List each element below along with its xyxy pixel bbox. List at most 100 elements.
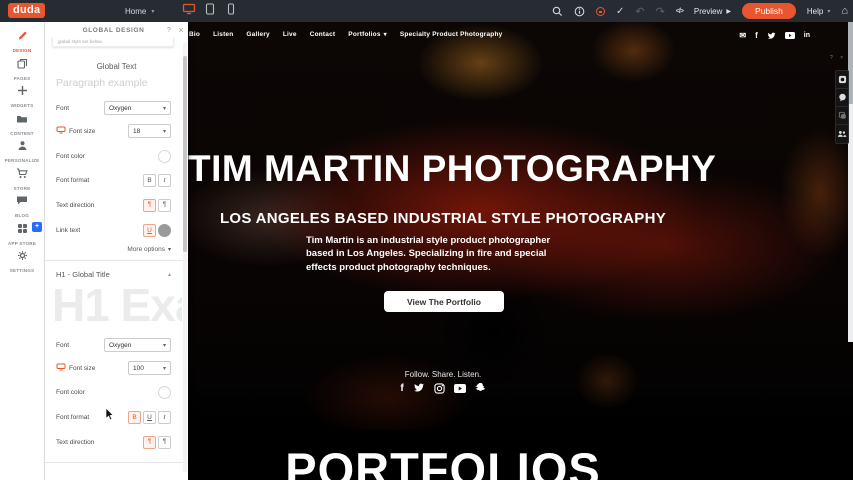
notification-icon[interactable] <box>596 7 605 16</box>
float-toolbar <box>835 70 849 144</box>
sidebar-item-widgets[interactable]: WIDGETS <box>0 82 44 110</box>
link-underline-button[interactable]: U <box>143 224 156 237</box>
font-size-label: Font size <box>56 363 95 373</box>
pages-icon <box>17 56 28 74</box>
h1-font-size-select[interactable]: 100 ▾ <box>128 361 171 375</box>
youtube-icon[interactable] <box>785 32 795 39</box>
paragraph-font-select[interactable]: Oxygen ▾ <box>104 101 171 115</box>
play-icon: ▶ <box>726 8 731 15</box>
paragraph-direction-rtl-button[interactable]: ¶ <box>158 199 171 212</box>
preview-button[interactable]: Preview ▶ <box>694 7 731 16</box>
dev-mode-icon[interactable]: </> <box>676 8 683 15</box>
undo-icon[interactable]: ↶ <box>635 5 644 18</box>
panel-scrollbar[interactable] <box>183 42 187 472</box>
font-label: Font <box>56 105 69 112</box>
sidebar-item-pages[interactable]: PAGES <box>0 55 44 83</box>
twitter-icon[interactable] <box>413 383 425 393</box>
paragraph-italic-button[interactable]: I <box>158 174 171 187</box>
paragraph-font-size-select[interactable]: 18 ▾ <box>128 124 171 138</box>
canvas-scrollbar[interactable] <box>848 22 853 342</box>
media-icon[interactable] <box>836 71 848 89</box>
app-store-badge: + <box>32 222 42 232</box>
layers-icon[interactable] <box>836 107 848 125</box>
panel-scrollbar-thumb[interactable] <box>183 56 187 252</box>
hero-section[interactable]: Bio Listen Gallery Live Contact Portfoli… <box>188 22 853 430</box>
hero-title[interactable]: TIM MARTIN PHOTOGRAPHY <box>188 148 698 190</box>
sidebar-item-store[interactable]: STORE <box>0 165 44 193</box>
hero-social-row: f <box>188 382 698 394</box>
help-menu[interactable]: Help ▾ <box>807 7 830 16</box>
h1-font-select[interactable]: Oxygen ▾ <box>104 338 171 352</box>
hero-description[interactable]: Tim Martin is an industrial style produc… <box>306 234 568 274</box>
chevron-down-icon: ▾ <box>163 365 166 372</box>
info-icon[interactable] <box>574 6 585 17</box>
portfolios-heading[interactable]: PORTFOLIOS <box>188 442 698 480</box>
cart-icon <box>16 166 28 184</box>
facebook-icon[interactable]: f <box>755 31 758 40</box>
home-icon[interactable]: ⌂ <box>841 5 848 17</box>
more-options-link[interactable]: More options ▾ <box>127 246 171 253</box>
nav-item-gallery[interactable]: Gallery <box>246 31 269 38</box>
email-icon[interactable]: ✉ <box>739 31 746 40</box>
h1-italic-button[interactable]: I <box>158 411 171 424</box>
portfolios-section[interactable]: PORTFOLIOS <box>188 430 853 480</box>
sidebar-item-content[interactable]: CONTENT <box>0 110 44 138</box>
mobile-view-button[interactable] <box>220 0 241 22</box>
font-color-label: Font color <box>56 389 85 396</box>
snapchat-icon[interactable] <box>475 382 486 394</box>
nav-item-portfolios[interactable]: Portfolios ▾ <box>348 31 387 38</box>
page-selector[interactable]: Home ▾ <box>125 0 154 22</box>
plus-icon <box>17 83 28 101</box>
facebook-icon[interactable]: f <box>400 383 403 394</box>
chevron-down-icon: ▾ <box>163 105 166 112</box>
nav-item-contact[interactable]: Contact <box>310 31 336 38</box>
text-direction-label: Text direction <box>56 439 94 446</box>
panel-close-icon[interactable]: × <box>174 25 188 35</box>
youtube-icon[interactable] <box>454 384 466 393</box>
chevron-down-icon: ▾ <box>151 8 154 15</box>
team-icon[interactable] <box>836 125 848 143</box>
nav-item-listen[interactable]: Listen <box>213 31 233 38</box>
tablet-view-button[interactable] <box>199 0 220 22</box>
h1-underline-button[interactable]: U <box>143 411 156 424</box>
float-toolbar-close[interactable]: ? × <box>830 55 846 61</box>
tablet-icon <box>205 2 215 20</box>
app-grid-icon <box>17 221 28 239</box>
paragraph-font-color-swatch[interactable] <box>158 150 171 163</box>
sidebar-item-design[interactable]: DESIGN <box>0 27 44 55</box>
duda-logo[interactable]: duda <box>8 3 45 18</box>
twitter-icon[interactable] <box>767 32 776 40</box>
h1-bold-button[interactable]: B <box>128 411 141 424</box>
font-format-label: Font format <box>56 414 89 421</box>
person-icon <box>17 138 28 156</box>
nav-item-live[interactable]: Live <box>283 31 297 38</box>
comments-icon[interactable] <box>836 89 848 107</box>
page-selector-label: Home <box>125 7 146 16</box>
nav-item-bio[interactable]: Bio <box>189 31 200 38</box>
instagram-icon[interactable] <box>434 383 445 394</box>
sidebar-item-app-store[interactable]: APP STORE + <box>0 220 44 248</box>
paragraph-font-value: Oxygen <box>109 105 131 112</box>
h1-direction-rtl-button[interactable]: ¶ <box>158 436 171 449</box>
search-icon[interactable] <box>552 6 563 17</box>
save-check-icon[interactable]: ✓ <box>616 6 624 17</box>
view-portfolio-button[interactable]: View The Portfolio <box>384 291 504 312</box>
paragraph-bold-button[interactable]: B <box>143 174 156 187</box>
h1-direction-ltr-button[interactable]: ¶ <box>143 436 156 449</box>
global-design-panel: GLOBAL DESIGN ? × global style set below… <box>45 22 188 480</box>
h1-font-color-swatch[interactable] <box>158 386 171 399</box>
link-color-swatch[interactable] <box>158 224 171 237</box>
publish-button[interactable]: Publish <box>742 3 796 19</box>
redo-icon[interactable]: ↷ <box>656 5 665 18</box>
sidebar-item-personalize[interactable]: PERSONALIZE <box>0 137 44 165</box>
sidebar-item-blog[interactable]: BLOG <box>0 192 44 220</box>
sidebar-item-settings[interactable]: SETTINGS <box>0 247 44 275</box>
panel-help-icon[interactable]: ? <box>164 27 174 34</box>
nav-item-specialty[interactable]: Specialty Product Photography <box>400 31 503 38</box>
desktop-view-button[interactable] <box>178 0 199 22</box>
linkedin-icon[interactable]: in <box>804 32 810 39</box>
chat-bubble-icon <box>16 193 28 211</box>
hero-subtitle[interactable]: LOS ANGELES BASED INDUSTRIAL STYLE PHOTO… <box>188 210 698 227</box>
paragraph-example-preview: Paragraph example <box>56 77 148 89</box>
paragraph-direction-ltr-button[interactable]: ¶ <box>143 199 156 212</box>
